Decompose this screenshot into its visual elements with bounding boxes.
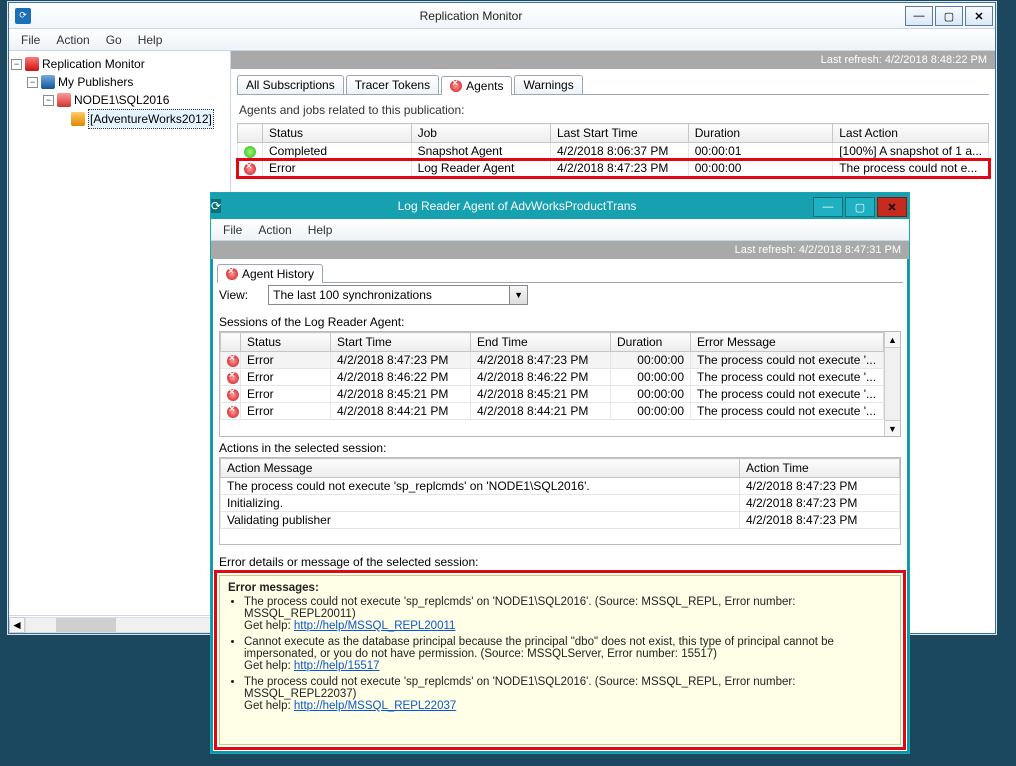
tree-publication[interactable]: [AdventureWorks2012] <box>11 109 228 129</box>
dialog-menubar: File Action Help <box>211 219 909 241</box>
dialog-titlebar: ⟳ Log Reader Agent of AdvWorksProductTra… <box>211 193 909 219</box>
table-row[interactable]: Error4/2/2018 8:47:23 PM4/2/2018 8:47:23… <box>221 352 884 369</box>
app-icon: ⟳ <box>15 8 31 24</box>
scroll-up-icon[interactable]: ▲ <box>885 332 900 348</box>
tree-collapse-icon[interactable]: − <box>27 77 38 88</box>
agents-grid[interactable]: Status Job Last Start Time Duration Last… <box>237 123 989 177</box>
agents-grid-header: Status Job Last Start Time Duration Last… <box>238 124 989 143</box>
tree-publishers[interactable]: − My Publishers <box>11 73 228 91</box>
dialog-maximize-button[interactable]: ▢ <box>845 197 875 217</box>
table-row[interactable]: Initializing.4/2/2018 8:47:23 PM <box>221 495 900 512</box>
tab-agents[interactable]: Agents <box>441 76 512 95</box>
tab-warnings[interactable]: Warnings <box>514 75 582 94</box>
error-item: The process could not execute 'sp_replcm… <box>244 596 892 632</box>
tab-all-subscriptions[interactable]: All Subscriptions <box>237 75 344 94</box>
agents-list-label: Agents and jobs related to this publicat… <box>237 101 989 123</box>
sessions-grid[interactable]: Status Start Time End Time Duration Erro… <box>220 332 884 420</box>
view-combobox[interactable]: The last 100 synchronizations ▼ <box>268 285 528 305</box>
table-row-highlighted[interactable]: Error Log Reader Agent 4/2/2018 8:47:23 … <box>238 160 989 177</box>
close-button[interactable]: ✕ <box>965 6 993 26</box>
main-menubar: File Action Go Help <box>9 29 995 51</box>
dialog-last-refresh: Last refresh: 4/2/2018 8:47:31 PM <box>211 241 909 259</box>
table-row[interactable]: Error4/2/2018 8:45:21 PM4/2/2018 8:45:21… <box>221 386 884 403</box>
tab-agent-history[interactable]: Agent History <box>217 264 323 283</box>
error-icon <box>244 163 256 175</box>
error-icon <box>226 268 238 280</box>
table-row[interactable]: Validating publisher4/2/2018 8:47:23 PM <box>221 512 900 529</box>
tree-root[interactable]: − Replication Monitor <box>11 55 228 73</box>
log-reader-agent-dialog: ⟳ Log Reader Agent of AdvWorksProductTra… <box>210 192 910 754</box>
main-title: Replication Monitor <box>37 9 905 23</box>
actions-grid[interactable]: Action Message Action Time The process c… <box>220 458 900 529</box>
table-row[interactable]: Error4/2/2018 8:46:22 PM4/2/2018 8:46:22… <box>221 369 884 386</box>
tree-collapse-icon[interactable]: − <box>43 95 54 106</box>
error-details-label: Error details or message of the selected… <box>211 551 909 571</box>
dialog-minimize-button[interactable]: — <box>813 197 843 217</box>
menu-go[interactable]: Go <box>98 31 130 49</box>
error-icon <box>227 406 239 418</box>
replication-monitor-icon <box>25 57 39 71</box>
tree-node-instance[interactable]: − NODE1\SQL2016 <box>11 91 228 109</box>
maximize-button[interactable]: ▢ <box>935 6 963 26</box>
error-header: Error messages: <box>228 582 319 594</box>
error-item: The process could not execute 'sp_replcm… <box>244 676 892 712</box>
help-link[interactable]: http://help/MSSQL_REPL20011 <box>294 620 456 632</box>
actions-label: Actions in the selected session: <box>211 437 909 457</box>
publishers-icon <box>41 75 55 89</box>
dialog-title: Log Reader Agent of AdvWorksProductTrans <box>221 199 813 213</box>
table-row[interactable]: Error4/2/2018 8:44:21 PM4/2/2018 8:44:21… <box>221 403 884 420</box>
error-icon <box>450 80 462 92</box>
main-titlebar: ⟳ Replication Monitor — ▢ ✕ <box>9 3 995 29</box>
menu-file[interactable]: File <box>13 31 48 49</box>
details-tabs: All Subscriptions Tracer Tokens Agents W… <box>231 69 995 94</box>
success-icon <box>244 146 256 158</box>
app-icon: ⟳ <box>211 199 221 213</box>
view-label: View: <box>219 288 248 302</box>
scroll-down-icon[interactable]: ▼ <box>885 420 900 436</box>
help-link[interactable]: http://help/MSSQL_REPL22037 <box>294 700 456 712</box>
sessions-scrollbar[interactable]: ▲ ▼ <box>884 332 900 436</box>
tree-scrollbar[interactable]: ◄ ► <box>9 615 230 633</box>
server-error-icon <box>57 93 71 107</box>
error-item: Cannot execute as the database principal… <box>244 636 892 672</box>
dialog-close-button[interactable]: ✕ <box>877 197 907 217</box>
help-link[interactable]: http://help/15517 <box>294 660 380 672</box>
tree-collapse-icon[interactable]: − <box>11 59 22 70</box>
error-details-box: Error messages: The process could not ex… <box>219 575 901 745</box>
menu-action[interactable]: Action <box>250 221 299 239</box>
minimize-button[interactable]: — <box>905 6 933 26</box>
actions-grid-header: Action Message Action Time <box>221 459 900 478</box>
tree-pane: − Replication Monitor − My Publishers − … <box>9 51 231 633</box>
error-icon <box>227 372 239 384</box>
error-icon <box>227 389 239 401</box>
table-row[interactable]: The process could not execute 'sp_replcm… <box>221 478 900 495</box>
table-row[interactable]: Completed Snapshot Agent 4/2/2018 8:06:3… <box>238 143 989 160</box>
chevron-down-icon[interactable]: ▼ <box>509 286 527 304</box>
scroll-left-icon[interactable]: ◄ <box>9 617 25 633</box>
menu-file[interactable]: File <box>215 221 250 239</box>
sessions-label: Sessions of the Log Reader Agent: <box>211 311 909 331</box>
error-icon <box>227 355 239 367</box>
menu-help[interactable]: Help <box>130 31 171 49</box>
publication-icon <box>71 112 85 126</box>
sessions-grid-header: Status Start Time End Time Duration Erro… <box>221 333 884 352</box>
menu-action[interactable]: Action <box>48 31 97 49</box>
tab-tracer-tokens[interactable]: Tracer Tokens <box>346 75 439 94</box>
menu-help[interactable]: Help <box>300 221 341 239</box>
last-refresh-bar: Last refresh: 4/2/2018 8:48:22 PM <box>231 51 995 69</box>
